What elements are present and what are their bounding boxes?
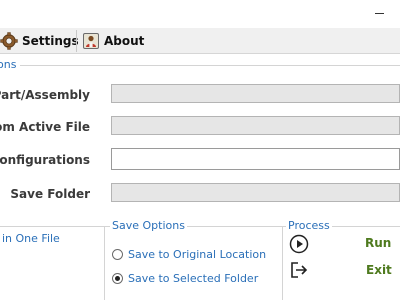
gear-icon (0, 32, 18, 50)
toolbar: Settings About (0, 28, 400, 54)
active-file-label: from Active File (0, 120, 90, 134)
play-circle-icon[interactable] (289, 234, 309, 254)
exit-arrow-icon[interactable] (289, 260, 309, 280)
about-person-icon (83, 33, 99, 49)
exit-button[interactable]: Exit (366, 263, 392, 277)
configurations-field[interactable] (111, 148, 400, 170)
save-folder-field[interactable] (111, 183, 400, 202)
settings-menu-button[interactable]: Settings (0, 30, 79, 52)
minimize-icon (375, 13, 384, 14)
save-original-location-radio[interactable] (112, 248, 123, 260)
save-selected-folder-label: Save to Selected Folder (128, 271, 259, 285)
one-file-option[interactable]: in One File (2, 232, 60, 245)
process-border-left (282, 226, 283, 300)
settings-label: Settings (22, 34, 79, 48)
run-button[interactable]: Run (365, 236, 391, 250)
part-assembly-field[interactable] (111, 84, 400, 103)
options-section-title: ons (0, 58, 17, 71)
title-bar (0, 0, 400, 28)
app-window: Settings About ons t Part/Assembly from … (0, 0, 400, 300)
configurations-label: d Configurations (0, 153, 90, 167)
process-title: Process (286, 219, 332, 232)
save-options-border-left (104, 226, 105, 300)
save-original-location-option[interactable]: Save to Original Location (112, 246, 266, 262)
save-folder-label: Save Folder (10, 187, 90, 201)
active-file-field[interactable] (111, 116, 400, 135)
save-selected-folder-option[interactable]: Save to Selected Folder (112, 270, 258, 286)
about-menu-button[interactable]: About (76, 30, 144, 52)
part-assembly-label: t Part/Assembly (0, 88, 90, 102)
minimize-button[interactable] (366, 2, 394, 24)
save-options-title: Save Options (110, 219, 187, 232)
save-original-location-label: Save to Original Location (128, 247, 267, 261)
left-group-border (0, 226, 104, 227)
options-divider (20, 65, 400, 66)
save-selected-folder-radio[interactable] (112, 272, 123, 284)
about-label: About (104, 34, 145, 48)
